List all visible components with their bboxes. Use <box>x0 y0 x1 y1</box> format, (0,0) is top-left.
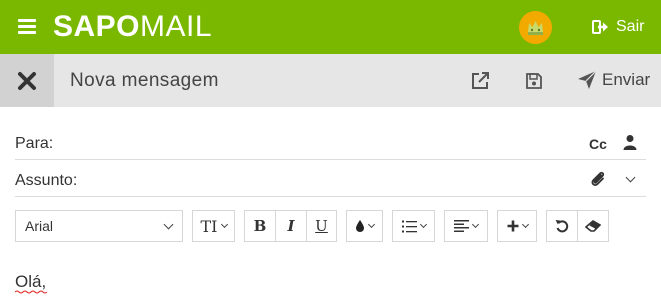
chevron-down-icon <box>163 219 174 229</box>
to-label: Para: <box>15 135 54 152</box>
font-size-icon: TI <box>200 216 218 236</box>
subject-field-row: Assunto: <box>15 160 646 197</box>
sapo-mail-logo[interactable]: SAPOMAIL <box>53 11 212 43</box>
spellcheck-underline <box>15 290 47 294</box>
undo-icon <box>555 220 569 233</box>
attach-file-button[interactable] <box>589 170 607 188</box>
font-family-select[interactable]: Arial <box>15 210 183 242</box>
send-button[interactable]: Enviar <box>577 70 650 90</box>
text-color-dropdown[interactable] <box>346 210 383 242</box>
align-dropdown[interactable] <box>444 210 488 242</box>
to-field-row: Para: Cc <box>15 123 646 160</box>
to-input[interactable] <box>95 129 575 155</box>
hamburger-menu-icon[interactable] <box>18 19 36 34</box>
subject-label: Assunto: <box>15 172 78 189</box>
chevron-down-icon <box>419 220 427 229</box>
compose-header-bar: Nova mensagem Enviar <box>0 54 661 107</box>
chevron-down-icon <box>625 172 635 182</box>
floppy-disk-icon <box>526 73 542 89</box>
message-body[interactable]: Olá, <box>15 272 46 292</box>
open-in-new-window-button[interactable] <box>469 70 491 92</box>
external-link-icon <box>472 72 489 89</box>
close-compose-button[interactable] <box>0 54 54 107</box>
logo-light-text: MAIL <box>140 10 213 43</box>
logo-bold-text: SAPO <box>53 10 141 43</box>
user-icon <box>623 135 637 150</box>
chevron-down-icon <box>471 220 480 229</box>
text-style-group: B I U <box>244 210 337 242</box>
list-dropdown[interactable] <box>392 210 435 242</box>
font-size-dropdown[interactable]: TI <box>192 210 235 242</box>
undo-button[interactable] <box>547 211 578 241</box>
cc-button[interactable]: Cc <box>589 136 607 152</box>
paper-plane-icon <box>578 70 597 89</box>
compose-title: Nova mensagem <box>70 70 219 91</box>
align-left-icon <box>454 220 469 232</box>
paperclip-icon <box>591 171 605 186</box>
user-avatar[interactable] <box>519 11 552 44</box>
bold-icon: B <box>253 217 267 235</box>
crown-avatar-icon <box>519 11 552 44</box>
bold-button[interactable]: B <box>245 211 276 241</box>
italic-icon: I <box>287 217 295 235</box>
plus-icon <box>507 220 518 232</box>
logout-label: Sair <box>616 18 645 35</box>
logout-button[interactable]: Sair <box>592 17 644 37</box>
chevron-down-icon <box>521 220 529 229</box>
send-label: Enviar <box>602 70 651 89</box>
underline-button[interactable]: U <box>307 211 336 241</box>
ordered-list-icon <box>401 220 417 232</box>
italic-button[interactable]: I <box>276 211 307 241</box>
subject-input[interactable] <box>95 166 575 192</box>
insert-dropdown[interactable] <box>497 210 537 242</box>
logout-icon <box>592 20 608 34</box>
top-bar: SAPOMAIL Sair <box>0 0 661 54</box>
chevron-down-icon <box>220 220 228 229</box>
eraser-icon <box>585 220 601 232</box>
history-group <box>546 210 609 242</box>
close-icon <box>18 71 36 90</box>
chevron-down-icon <box>367 220 376 229</box>
save-draft-button[interactable] <box>523 70 545 92</box>
contacts-button[interactable] <box>621 133 639 151</box>
clear-formatting-button[interactable] <box>578 211 608 241</box>
font-family-value: Arial <box>25 218 54 234</box>
underline-icon: U <box>315 217 328 235</box>
ink-drop-icon <box>356 220 364 232</box>
expand-options-button[interactable] <box>621 170 639 188</box>
